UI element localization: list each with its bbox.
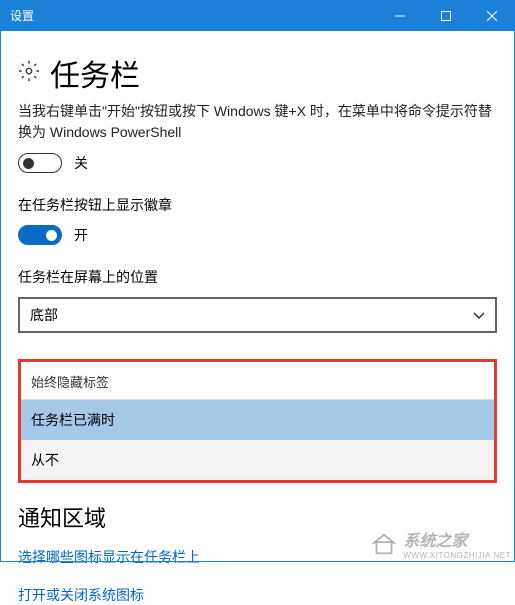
watermark-logo-icon bbox=[369, 530, 399, 558]
option-taskbar-full[interactable]: 任务栏已满时 bbox=[21, 400, 494, 440]
hide-labels-header: 始终隐藏标签 bbox=[21, 362, 494, 400]
system-icons-link[interactable]: 打开或关闭系统图标 bbox=[18, 585, 497, 605]
option-never[interactable]: 从不 bbox=[21, 440, 494, 480]
powershell-toggle-label: 关 bbox=[74, 153, 88, 173]
page-title: 任务栏 bbox=[50, 51, 140, 95]
badge-toggle-label: 开 bbox=[74, 225, 88, 245]
watermark-text: 系统之家 bbox=[403, 527, 511, 551]
chevron-down-icon bbox=[473, 307, 485, 323]
gear-icon bbox=[18, 60, 40, 87]
powershell-desc: 当我右键单击"开始"按钮或按下 Windows 键+X 时，在菜单中将命令提示符… bbox=[18, 101, 497, 143]
window-controls bbox=[377, 0, 515, 31]
badge-toggle[interactable] bbox=[18, 225, 62, 245]
watermark-url: WWW.XITONGZHIJIA.NET bbox=[403, 551, 511, 560]
maximize-button[interactable] bbox=[423, 0, 469, 31]
position-value: 底部 bbox=[30, 305, 473, 325]
watermark: 系统之家 WWW.XITONGZHIJIA.NET bbox=[369, 527, 511, 560]
hide-labels-dropdown-open: 始终隐藏标签 任务栏已满时 从不 bbox=[18, 359, 497, 483]
close-button[interactable] bbox=[469, 0, 515, 31]
position-label: 任务栏在屏幕上的位置 bbox=[18, 267, 497, 287]
position-dropdown[interactable]: 底部 bbox=[18, 297, 497, 333]
titlebar: 设置 bbox=[0, 0, 515, 31]
badge-label: 在任务栏按钮上显示徽章 bbox=[18, 195, 497, 215]
minimize-button[interactable] bbox=[377, 0, 423, 31]
powershell-toggle[interactable] bbox=[18, 153, 62, 173]
window-title: 设置 bbox=[10, 7, 377, 24]
